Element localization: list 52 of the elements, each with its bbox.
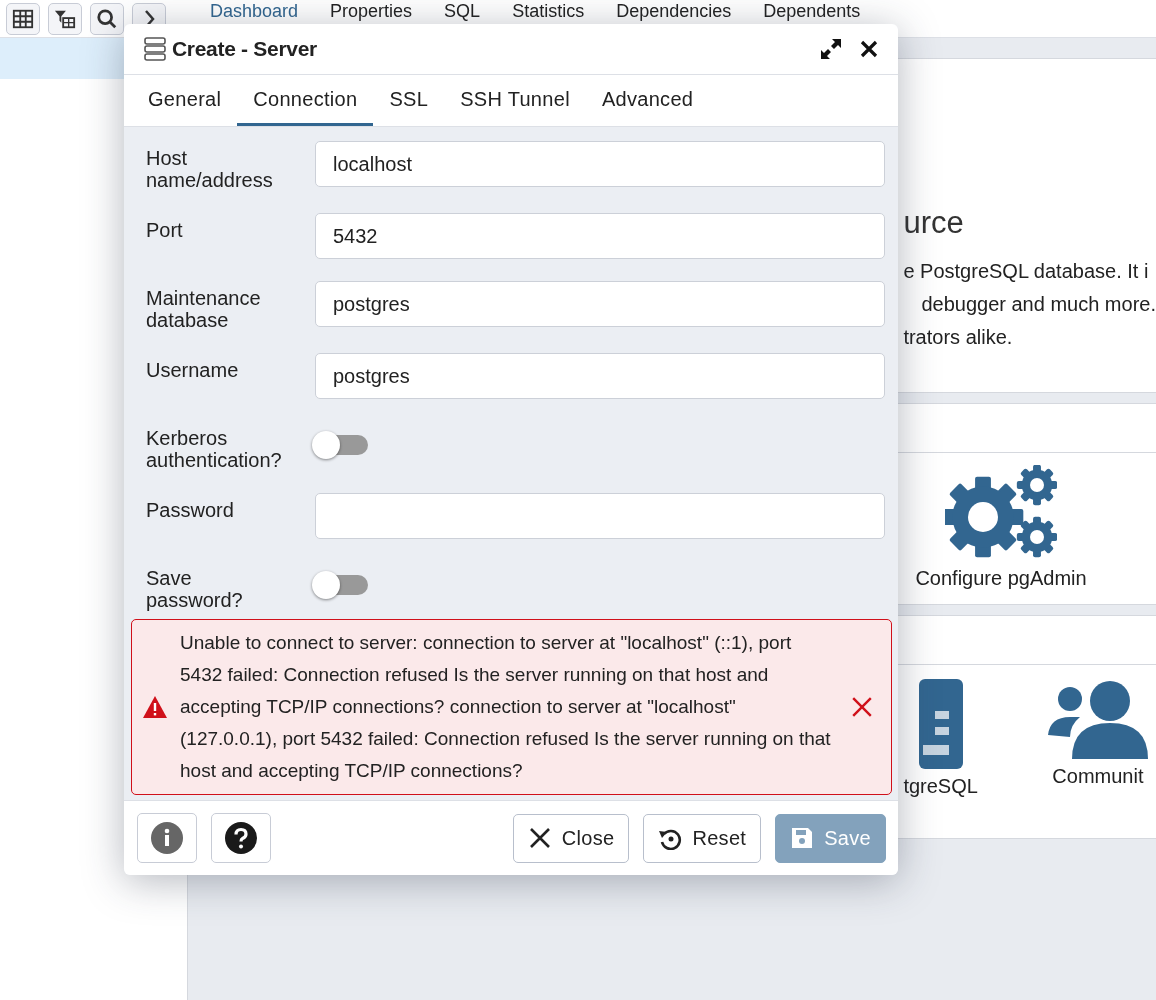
panel-tab[interactable]: Dependents	[763, 1, 861, 22]
panel-tab[interactable]: Dashboard	[210, 1, 299, 22]
dialog-tab[interactable]: General	[132, 75, 238, 126]
help-button[interactable]	[211, 813, 271, 863]
panel-tab[interactable]: SQL	[444, 1, 481, 22]
panel-tab[interactable]: Statistics	[512, 1, 585, 22]
field-label: Host name/address	[146, 146, 274, 191]
welcome-text: e PostgreSQL database. It i	[903, 259, 1150, 284]
grid-icon	[12, 7, 34, 30]
input-field[interactable]	[315, 493, 885, 539]
input-field[interactable]: postgres	[315, 281, 885, 327]
field-label: Kerberos authentication?	[146, 426, 283, 471]
panel-tab[interactable]: Dependencies	[616, 1, 732, 22]
panel-tab[interactable]: Properties	[330, 1, 413, 22]
link-label[interactable]: Configure pgAdmin	[915, 567, 1087, 590]
error-message: Unable to connect to server: connection to server at "localhost" (::1), port 5432 failed: Connection refused Is the server running on that host and accepting TCP/IP connections? connection to server at "localhost" (127.0.0.1), port 5432 failed: Connection refused Is the server running on that host and accepting TCP/IP connections?	[180, 631, 831, 783]
welcome-text: debugger and much more.	[920, 292, 1156, 317]
people-icon	[1047, 679, 1148, 759]
help-icon	[225, 822, 257, 854]
search-icon	[96, 7, 118, 30]
toolbar-button[interactable]	[6, 2, 40, 35]
link-label[interactable]: tgreSQL	[903, 775, 978, 798]
reset-button[interactable]: Reset	[643, 813, 762, 863]
input-field[interactable]: postgres	[315, 353, 885, 399]
dialog-tab[interactable]: SSH Tunnel	[444, 75, 586, 126]
welcome-text: trators alike.	[903, 325, 1014, 350]
toggle-switch[interactable]	[312, 573, 370, 597]
toolbar-button[interactable]	[90, 2, 124, 35]
server-icon	[144, 37, 166, 61]
dialog-title: Create - Server	[172, 37, 318, 61]
input-field[interactable]: localhost	[315, 141, 885, 187]
info-icon	[151, 822, 183, 854]
toggle-switch[interactable]	[312, 433, 370, 457]
warning-icon	[142, 695, 168, 719]
close-icon	[527, 826, 552, 850]
dialog-tab[interactable]: Advanced	[585, 75, 710, 126]
welcome-heading: urce	[903, 205, 965, 241]
toolbar-button[interactable]	[48, 2, 82, 35]
close-button[interactable]: Close	[512, 813, 630, 863]
link-label[interactable]: Communit	[1052, 765, 1144, 788]
dialog-tab[interactable]: SSL	[373, 75, 445, 126]
input-field[interactable]: 5432	[315, 213, 885, 259]
database-icon	[918, 679, 963, 769]
field-label: Save password?	[146, 566, 244, 611]
info-button[interactable]	[137, 813, 197, 863]
field-label: Port	[146, 218, 184, 241]
dialog-tab[interactable]: Connection	[237, 75, 374, 126]
maximize-icon[interactable]	[820, 38, 842, 60]
field-label: Password	[146, 498, 235, 521]
close-icon[interactable]	[860, 40, 878, 58]
field-label: Maintenance database	[146, 286, 262, 331]
field-label: Username	[146, 358, 240, 381]
